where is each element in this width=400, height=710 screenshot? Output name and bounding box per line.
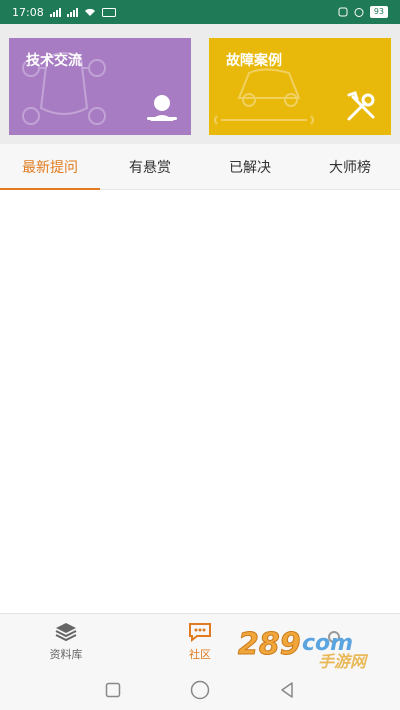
recent-apps-button[interactable] — [101, 678, 125, 702]
question-list — [0, 190, 400, 613]
home-button[interactable] — [188, 678, 212, 702]
circle-icon — [190, 680, 210, 699]
battery-icon: 93 — [369, 6, 388, 18]
tech-exchange-title: 技术交流 — [26, 53, 82, 69]
triangle-back-icon — [280, 681, 293, 698]
question-tabs: 最新提问 有悬赏 已解决 大师榜 — [0, 144, 400, 190]
back-button[interactable] — [275, 678, 299, 702]
square-icon — [106, 682, 121, 697]
tools-icon — [347, 91, 375, 121]
status-left: 17:08 — [12, 6, 116, 19]
status-bar: 17:08 93 — [0, 0, 400, 24]
tab-latest-questions[interactable]: 最新提问 — [0, 144, 100, 190]
status-time: 17:08 — [12, 5, 44, 19]
alarm-icon — [354, 8, 364, 17]
mechanic-icon — [147, 95, 177, 121]
fault-cases-card[interactable]: 故障案例 — [209, 38, 391, 135]
fault-cases-title: 故障案例 — [226, 53, 282, 69]
signal-icon-2 — [66, 7, 78, 17]
vibrate-icon — [338, 7, 348, 17]
nav-database-label: 资料库 — [49, 648, 83, 661]
nav-community-label: 社区 — [189, 648, 211, 661]
signal-icon — [49, 7, 61, 17]
status-right: 93 — [338, 6, 388, 18]
nav-database[interactable]: 资料库 — [26, 614, 106, 670]
nav-community[interactable]: 社区 — [160, 614, 240, 670]
tech-exchange-card[interactable]: 技术交流 — [9, 38, 191, 135]
tab-resolved[interactable]: 已解决 — [200, 144, 300, 189]
chat-icon — [189, 623, 211, 642]
system-nav-bar — [0, 669, 400, 710]
svg-text:289: 289 — [238, 627, 301, 662]
wifi-icon — [84, 8, 95, 16]
site-watermark: 289 com 手游网 — [232, 620, 382, 672]
nfc-icon — [101, 7, 116, 17]
tab-bounty[interactable]: 有悬赏 — [100, 144, 200, 189]
tab-master-ranking[interactable]: 大师榜 — [300, 144, 400, 189]
layers-icon — [55, 623, 77, 642]
top-cards: 技术交流 故障案例 — [0, 24, 400, 144]
